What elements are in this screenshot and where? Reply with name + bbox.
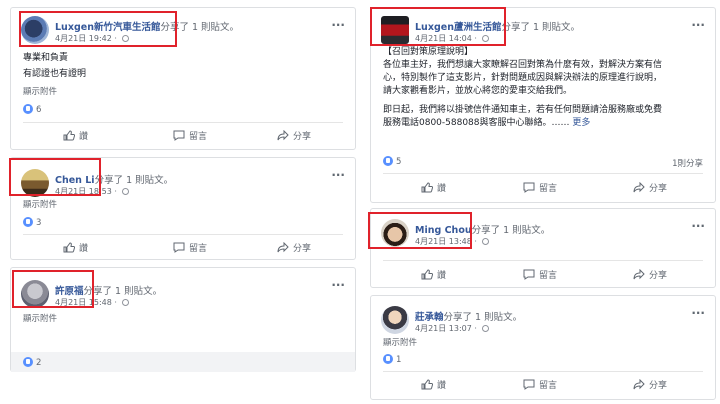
shared-text: 分享了 1 則貼文。 — [83, 286, 163, 297]
comment-icon — [523, 379, 535, 390]
post-card: Ming Chou分享了 1 則貼文。 4月21日 13:48 · ··· 讚 … — [368, 208, 716, 288]
more-options-icon[interactable]: ··· — [691, 306, 705, 320]
post-card: 莊承翰分享了 1 則貼文。 4月21日 13:07 · ··· 顯示附件 1 讚… — [370, 295, 716, 400]
like-button[interactable]: 讚 — [63, 129, 88, 142]
see-more-link[interactable]: 更多 — [572, 118, 590, 128]
divider — [23, 234, 343, 235]
comment-icon — [173, 130, 185, 141]
more-options-icon[interactable]: ··· — [691, 18, 705, 32]
like-icon — [63, 130, 75, 141]
like-icon — [63, 242, 75, 253]
globe-icon — [481, 325, 489, 332]
show-attachment-link[interactable]: 顯示附件 — [23, 198, 57, 210]
more-options-icon[interactable]: ··· — [331, 278, 345, 292]
comment-button[interactable]: 留言 — [523, 378, 557, 391]
like-button[interactable]: 讚 — [63, 241, 88, 254]
show-attachment-link[interactable]: 顯示附件 — [383, 336, 417, 348]
highlight-box — [9, 158, 101, 196]
more-options-icon[interactable]: ··· — [691, 219, 705, 233]
post-text: 心，特別製作了這支影片，針對問題成因與解決辦法的原理進行說明， — [383, 73, 663, 83]
comment-button[interactable]: 留言 — [523, 181, 557, 194]
post-card: Chen Li分享了 1 則貼文。 4月21日 18:53 · ··· 顯示附件… — [9, 157, 356, 260]
shared-text: 分享了 1 則貼文。 — [443, 312, 523, 323]
share-icon — [633, 379, 645, 390]
like-button[interactable]: 讚 — [421, 378, 446, 391]
globe-icon — [121, 188, 129, 195]
post-header: 莊承翰分享了 1 則貼文。 4月21日 13:07 · ··· — [381, 304, 705, 334]
comment-button[interactable]: 留言 — [523, 268, 557, 281]
avatar[interactable] — [381, 306, 409, 334]
reaction-bar — [11, 352, 355, 372]
share-count[interactable]: 1則分享 — [672, 157, 703, 169]
share-button[interactable]: 分享 — [633, 181, 667, 194]
reaction-count[interactable]: 3 — [23, 217, 41, 228]
post-text: 各位車主好，我們想讓大家瞭解召回對策為什麼有效，對解決方案有信 — [383, 60, 663, 70]
timestamp[interactable]: 4月21日 13:07 — [415, 324, 472, 333]
more-options-icon[interactable]: ··· — [331, 18, 345, 32]
comment-icon — [523, 269, 535, 280]
shared-text: 分享了 1 則貼文。 — [471, 225, 551, 236]
divider — [383, 173, 703, 174]
highlight-box — [12, 270, 94, 308]
reaction-count[interactable]: 6 — [23, 104, 41, 115]
like-icon — [23, 217, 33, 227]
share-icon — [633, 182, 645, 193]
post-text: 即日起，我們將以掛號信件通知車主，若有任何問題請洽服務廠或免費 — [383, 105, 663, 115]
like-icon — [421, 269, 433, 280]
like-icon — [421, 182, 433, 193]
reaction-count[interactable]: 1 — [383, 354, 401, 365]
highlight-box — [368, 212, 472, 249]
show-attachment-link[interactable]: 顯示附件 — [23, 85, 57, 97]
share-button[interactable]: 分享 — [633, 378, 667, 391]
divider — [23, 122, 343, 123]
share-icon — [277, 242, 289, 253]
highlight-box — [19, 11, 177, 47]
like-icon — [23, 104, 33, 114]
post-card: 許原福分享了 1 則貼文。 4月21日 15:48 · ··· 顯示附件 2 — [10, 267, 356, 372]
like-icon — [383, 156, 393, 166]
show-attachment-link[interactable]: 顯示附件 — [23, 312, 57, 324]
comment-icon — [523, 182, 535, 193]
like-icon — [23, 357, 33, 367]
share-button[interactable]: 分享 — [277, 129, 311, 142]
share-icon — [633, 269, 645, 280]
post-text: 服務電話0800-588088與客服中心聯絡。…… 更多 — [383, 118, 591, 128]
post-text: 有認證也有證明 — [23, 69, 87, 79]
comment-button[interactable]: 留言 — [173, 129, 207, 142]
share-button[interactable]: 分享 — [633, 268, 667, 281]
comment-button[interactable]: 留言 — [173, 241, 207, 254]
shared-text: 分享了 1 則貼文。 — [94, 175, 174, 186]
reaction-count[interactable]: 5 — [383, 156, 401, 167]
post-card: Luxgen新竹汽車生活館分享了 1 則貼文。 4月21日 19:42 · ··… — [10, 7, 356, 150]
like-button[interactable]: 讚 — [421, 268, 446, 281]
shared-text: 分享了 1 則貼文。 — [501, 22, 581, 33]
share-button[interactable]: 分享 — [277, 241, 311, 254]
like-button[interactable]: 讚 — [421, 181, 446, 194]
share-icon — [277, 130, 289, 141]
highlight-box — [370, 7, 506, 46]
post-text: 【召回對策原理說明】 — [383, 47, 474, 57]
more-options-icon[interactable]: ··· — [331, 168, 345, 182]
like-icon — [421, 379, 433, 390]
comment-icon — [173, 242, 185, 253]
like-icon — [383, 354, 393, 364]
globe-icon — [481, 238, 489, 245]
divider — [383, 371, 703, 372]
post-text: 請大家觀看影片，並放心將您的愛車交給我們。 — [383, 86, 573, 96]
author-name[interactable]: 莊承翰 — [415, 312, 444, 323]
globe-icon — [121, 299, 129, 306]
reaction-count[interactable]: 2 — [23, 357, 41, 368]
post-card: Luxgen蘆洲生活館分享了 1 則貼文。 4月21日 14:04 · ··· … — [370, 7, 716, 203]
divider — [383, 260, 703, 261]
post-text: 專業和負責 — [23, 53, 69, 63]
